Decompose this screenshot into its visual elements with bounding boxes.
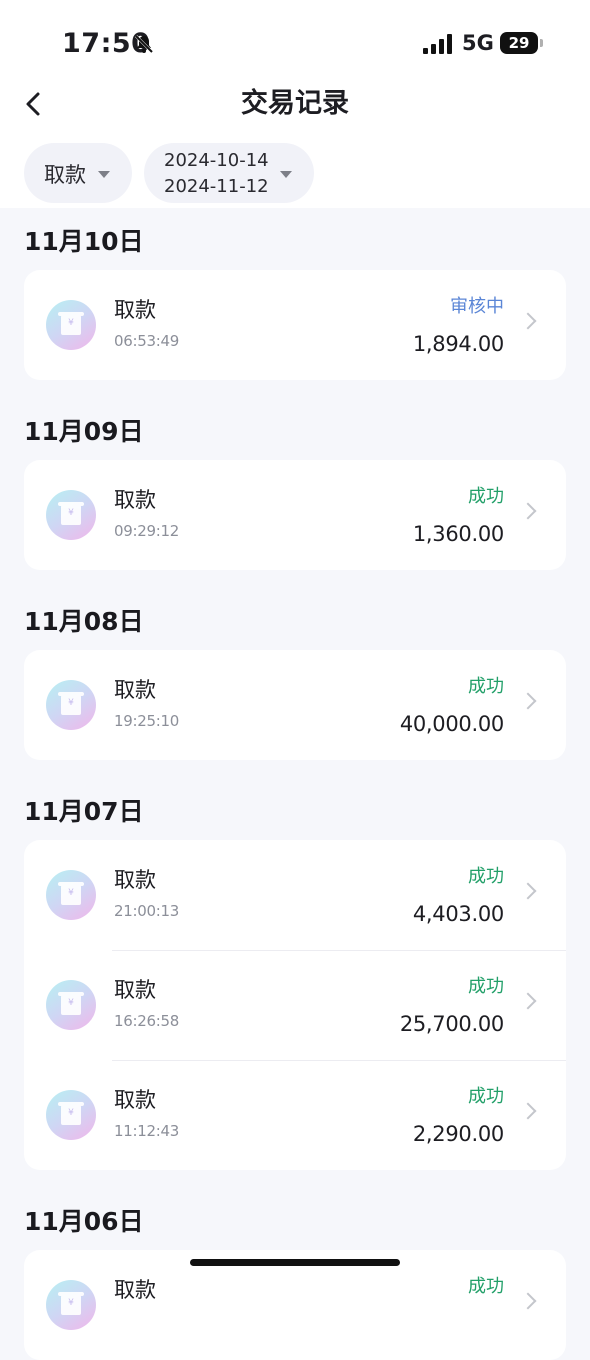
- transaction-name: 取款: [114, 298, 156, 322]
- home-indicator: [190, 1259, 400, 1266]
- withdraw-icon: ¥: [46, 980, 96, 1030]
- chevron-right-icon: [519, 312, 537, 330]
- transaction-amount: 1,360.00: [412, 522, 504, 546]
- status-bar: 17:50 5G 29: [0, 0, 590, 88]
- chevron-right-icon: [519, 1292, 537, 1310]
- withdraw-icon: ¥: [46, 1280, 96, 1330]
- type-filter-dropdown[interactable]: 取款: [24, 143, 132, 203]
- withdraw-icon: ¥: [46, 490, 96, 540]
- transaction-amount: 4,403.00: [412, 902, 504, 926]
- date-section: 11月08日 ¥ 取款 19:25:10 成功 40,000.00: [0, 588, 590, 760]
- section-date-heading: 11月08日: [24, 607, 144, 636]
- transaction-row[interactable]: ¥ 取款 06:53:49 审核中 1,894.00: [24, 270, 566, 380]
- transaction-name: 取款: [114, 978, 156, 1002]
- transaction-amount: 2,290.00: [412, 1122, 504, 1146]
- caret-down-icon: [280, 171, 292, 178]
- transaction-name: 取款: [114, 678, 156, 702]
- transaction-amount: 40,000.00: [399, 712, 504, 736]
- battery-tip: [540, 39, 543, 47]
- transaction-name: 取款: [114, 488, 156, 512]
- chevron-right-icon: [519, 992, 537, 1010]
- section-date-heading: 11月10日: [24, 227, 144, 256]
- status-badge: 成功: [468, 1086, 504, 1107]
- caret-down-icon: [98, 171, 110, 178]
- transaction-row[interactable]: ¥ 取款 21:00:13 成功 4,403.00: [24, 840, 566, 950]
- transaction-row[interactable]: ¥ 取款 11:12:43 成功 2,290.00: [24, 1060, 566, 1170]
- battery-icon: 29: [500, 32, 538, 54]
- signal-icon: [423, 34, 455, 54]
- chevron-right-icon: [519, 1102, 537, 1120]
- withdraw-icon: ¥: [46, 300, 96, 350]
- section-date-heading: 11月09日: [24, 417, 144, 446]
- date-section: 11月07日 ¥ 取款 21:00:13 成功 4,403.00 ¥ 取款 16:26:58 成功…: [0, 778, 590, 1170]
- transaction-list: 11月10日 ¥ 取款 06:53:49 审核中 1,894.00 11月09日 ¥ 取款 09:…: [0, 208, 590, 1360]
- transaction-amount: 1,894.00: [412, 332, 504, 356]
- transaction-row[interactable]: ¥ 取款 09:29:12 成功 1,360.00: [24, 460, 566, 570]
- date-range-filter[interactable]: 2024-10-14 2024-11-12: [144, 143, 314, 203]
- transaction-name: 取款: [114, 868, 156, 892]
- section-date-heading: 11月06日: [24, 1207, 144, 1236]
- date-end: 2024-11-12: [164, 176, 269, 197]
- withdraw-icon: ¥: [46, 680, 96, 730]
- bell-muted-icon: [134, 34, 154, 54]
- section-date-heading: 11月07日: [24, 797, 144, 826]
- transaction-row[interactable]: ¥ 取款 16:26:58 成功 25,700.00: [24, 950, 566, 1060]
- transaction-card: ¥ 取款 19:25:10 成功 40,000.00: [24, 650, 566, 760]
- transaction-row[interactable]: ¥ 取款 19:25:10 成功 40,000.00: [24, 650, 566, 760]
- transaction-card: ¥ 取款 09:29:12 成功 1,360.00: [24, 460, 566, 570]
- transaction-card: ¥ 取款 成功: [24, 1250, 566, 1360]
- transaction-row[interactable]: ¥ 取款 成功: [24, 1250, 566, 1360]
- network-label: 5G: [462, 31, 494, 55]
- chevron-right-icon: [519, 692, 537, 710]
- status-badge: 审核中: [450, 296, 504, 317]
- transaction-card: ¥ 取款 21:00:13 成功 4,403.00 ¥ 取款 16:26:58 成功 25,700…: [24, 840, 566, 1170]
- page-title: 交易记录: [241, 88, 349, 119]
- status-badge: 成功: [468, 866, 504, 887]
- transaction-name: 取款: [114, 1088, 156, 1112]
- withdraw-icon: ¥: [46, 870, 96, 920]
- date-section: 11月09日 ¥ 取款 09:29:12 成功 1,360.00: [0, 398, 590, 570]
- status-badge: 成功: [468, 976, 504, 997]
- chevron-right-icon: [519, 882, 537, 900]
- transaction-name: 取款: [114, 1278, 156, 1302]
- chevron-right-icon: [519, 502, 537, 520]
- date-section: 11月06日 ¥ 取款 成功: [0, 1188, 590, 1360]
- date-section: 11月10日 ¥ 取款 06:53:49 审核中 1,894.00: [0, 208, 590, 380]
- transaction-amount: 25,700.00: [399, 1012, 504, 1036]
- transaction-card: ¥ 取款 06:53:49 审核中 1,894.00: [24, 270, 566, 380]
- type-filter-label: 取款: [44, 163, 86, 187]
- transaction-time: 11:12:43: [114, 1122, 179, 1140]
- status-badge: 成功: [468, 486, 504, 507]
- transaction-time: 06:53:49: [114, 332, 179, 350]
- transaction-time: 09:29:12: [114, 522, 179, 540]
- withdraw-icon: ¥: [46, 1090, 96, 1140]
- status-badge: 成功: [468, 676, 504, 697]
- transaction-time: 16:26:58: [114, 1012, 179, 1030]
- transaction-time: 21:00:13: [114, 902, 179, 920]
- date-start: 2024-10-14: [164, 150, 269, 171]
- status-badge: 成功: [468, 1276, 504, 1297]
- transaction-time: 19:25:10: [114, 712, 179, 730]
